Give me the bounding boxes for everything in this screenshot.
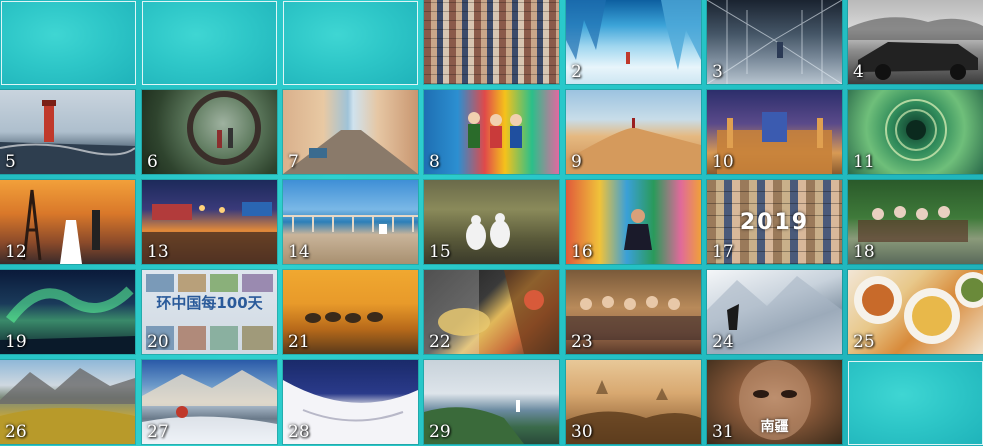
- tile-number: 31: [712, 422, 734, 442]
- empty-tile[interactable]: [142, 1, 277, 85]
- photo-tile-11[interactable]: 11: [848, 90, 983, 174]
- tile-number: 22: [429, 332, 451, 352]
- collage-year: 2019: [739, 210, 810, 235]
- tile-number: 18: [853, 242, 875, 262]
- photo-tile-12[interactable]: 12: [0, 180, 135, 264]
- tile-number: 4: [853, 62, 864, 82]
- photo-tile-4[interactable]: 4: [848, 0, 983, 84]
- dune-icon: [566, 118, 701, 174]
- tile-number: 23: [571, 332, 593, 352]
- photo-tile-8[interactable]: 8: [424, 90, 559, 174]
- tile-number: 21: [288, 332, 310, 352]
- street-icon: [283, 130, 418, 174]
- tile-number: 25: [853, 332, 875, 352]
- tile-number: 26: [5, 422, 27, 442]
- tile-number: 28: [288, 422, 310, 442]
- moon-gate-icon: [187, 91, 261, 165]
- tile-number: 30: [571, 422, 593, 442]
- photo-tile-19[interactable]: 19: [0, 270, 135, 354]
- tile-number: 17: [712, 242, 734, 262]
- photo-tile-17[interactable]: 2019 17: [707, 180, 842, 264]
- photo-tile-3[interactable]: 3: [707, 0, 842, 84]
- photo-tile-6[interactable]: 6: [142, 90, 277, 174]
- photo-tile-31[interactable]: 南疆 31: [707, 360, 842, 444]
- photo-tile-14[interactable]: 14: [283, 180, 418, 264]
- tile-number: 24: [712, 332, 734, 352]
- lighthouse-icon: [0, 100, 135, 174]
- tile-number: 13: [147, 242, 169, 262]
- tile-number: 9: [571, 152, 582, 172]
- photo-tile-16[interactable]: 16: [566, 180, 701, 264]
- tile-number: 15: [429, 242, 451, 262]
- photo-tile-24[interactable]: 24: [707, 270, 842, 354]
- tile-number: 7: [288, 152, 299, 172]
- people-icon: [468, 112, 522, 148]
- photo-tile-27[interactable]: 27: [142, 360, 277, 444]
- photo-tile-18[interactable]: 18: [848, 180, 983, 264]
- tile-number: 6: [147, 152, 158, 172]
- photo-tile-5[interactable]: 5: [0, 90, 135, 174]
- tile-number: 19: [5, 332, 27, 352]
- photo-tile-26[interactable]: 26: [0, 360, 135, 444]
- tile-number: 11: [853, 152, 875, 172]
- poster-title: 环中国每100天: [156, 294, 263, 312]
- photo-tile-mosaic[interactable]: [424, 0, 559, 84]
- tile-number: 8: [429, 152, 440, 172]
- empty-tile[interactable]: [848, 361, 983, 445]
- tile-number: 10: [712, 152, 734, 172]
- photo-tile-13[interactable]: 13: [142, 180, 277, 264]
- photo-tile-10[interactable]: 10: [707, 90, 842, 174]
- photo-tile-22[interactable]: 22: [424, 270, 559, 354]
- photo-tile-30[interactable]: 30: [566, 360, 701, 444]
- tile-number: 3: [712, 62, 723, 82]
- tile-number: 14: [288, 242, 310, 262]
- empty-tile[interactable]: [1, 1, 136, 85]
- photo-tile-21[interactable]: 21: [283, 270, 418, 354]
- tile-number: 29: [429, 422, 451, 442]
- photo-tile-23[interactable]: 23: [566, 270, 701, 354]
- tile-number: 16: [571, 242, 593, 262]
- tile-number: 2: [571, 62, 582, 82]
- photo-tile-15[interactable]: 15: [424, 180, 559, 264]
- photo-tile-25[interactable]: 25: [848, 270, 983, 354]
- tile-number: 12: [5, 242, 27, 262]
- tile-number: 5: [5, 152, 16, 172]
- photo-tile-7[interactable]: 7: [283, 90, 418, 174]
- photo-tile-9[interactable]: 9: [566, 90, 701, 174]
- ice-cave-icon: [566, 0, 701, 70]
- photo-grid: 2 3 4 5 6 7 8 9 10 11 12 13 14 15 16 201…: [0, 0, 983, 446]
- photo-tile-2[interactable]: 2: [566, 0, 701, 84]
- photo-tile-20[interactable]: 环中国每100天 20: [142, 270, 277, 354]
- photo-tile-29[interactable]: 29: [424, 360, 559, 444]
- car-icon: [848, 17, 983, 80]
- tile-number: 27: [147, 422, 169, 442]
- empty-tile[interactable]: [283, 1, 418, 85]
- corridor-icon: [707, 0, 842, 84]
- photo-tile-28[interactable]: 28: [283, 360, 418, 444]
- tile-number: 20: [147, 332, 169, 352]
